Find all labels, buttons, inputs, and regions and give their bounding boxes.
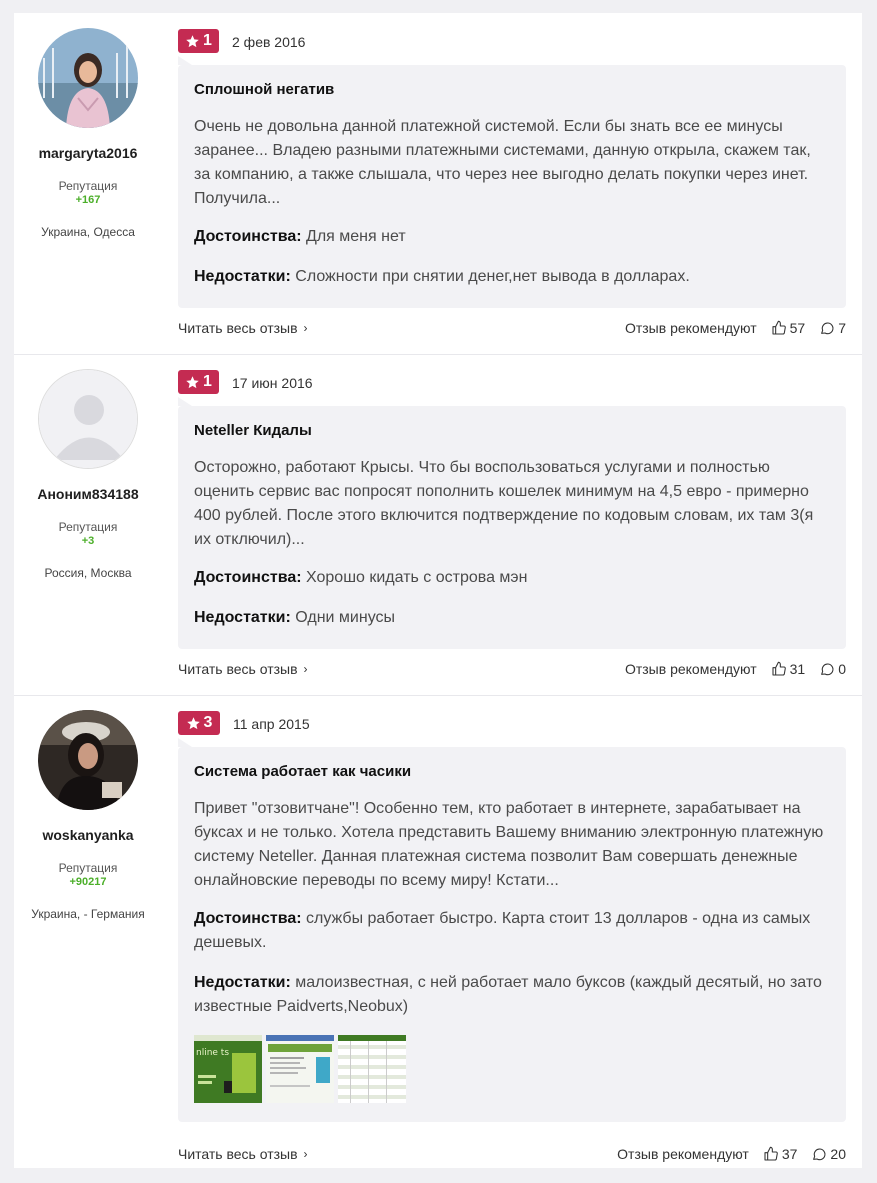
reputation-value: +167 [75,194,101,206]
comments-button[interactable]: 7 [819,320,846,336]
review-footer: Читать весь отзыв › Отзыв рекомендуют 57… [178,320,846,340]
review-cons: Недостатки: Одни минусы [194,606,830,630]
read-more-label: Читать весь отзыв [178,1146,298,1162]
reputation-label: Репутация [58,861,118,875]
comment-count: 7 [838,320,846,336]
review-cons: Недостатки: Сложности при снятии денег,н… [194,265,830,289]
read-more-label: Читать весь отзыв [178,661,298,677]
review-item: margaryta2016 Репутация +167 Украина, Од… [14,13,862,354]
reputation-value: +90217 [69,876,107,888]
pros-text: Хорошо кидать с острова мэн [306,569,528,586]
review-images: nline ts [194,1035,830,1103]
cons-text: Одни минусы [295,609,396,626]
pros-label: Достоинства: [194,569,302,586]
comments-button[interactable]: 20 [811,1146,846,1162]
recommend-label: Отзыв рекомендуют [624,661,757,677]
user-location: Украина, Одесса [41,225,135,239]
read-more-link[interactable]: Читать весь отзыв › [178,661,308,677]
avatar[interactable] [38,710,138,810]
review-item: woskanyanka Репутация +90217 Украина, - … [14,695,862,1168]
review-bubble: Сплошной негатив Очень не довольна данно… [178,56,846,308]
like-count: 31 [789,661,806,677]
comments-button[interactable]: 0 [819,661,846,677]
rating-badge: 1 [178,29,219,53]
star-icon [186,375,199,388]
thumbs-up-icon [772,320,786,335]
reputation-label: Репутация [58,520,118,534]
read-more-link[interactable]: Читать весь отзыв › [178,320,308,336]
review-stats: Отзыв рекомендуют 31 0 [625,661,846,677]
review-text: Привет "отзовитчане"! Особенно тем, кто … [194,800,824,889]
like-count: 37 [781,1146,798,1162]
recommend-label: Отзыв рекомендуют [617,1146,749,1162]
pros-text: Для меня нет [306,228,406,245]
rating-badge: 1 [178,370,219,394]
review-bubble: Система работает как часики Привет "отзо… [178,738,846,1122]
comment-count: 20 [830,1146,846,1162]
chevron-right-icon: › [303,1147,308,1161]
read-more-link[interactable]: Читать весь отзыв › [178,1146,308,1162]
avatar[interactable] [38,369,138,469]
rating-value: 1 [203,373,212,390]
read-more-label: Читать весь отзыв [178,320,298,336]
review-image-thumbnail[interactable] [338,1035,406,1103]
chevron-right-icon: › [303,662,308,676]
recommend-label: Отзыв рекомендуют [624,320,757,336]
review-image-thumbnail[interactable]: nline ts [194,1035,262,1103]
chevron-right-icon: › [303,321,308,335]
like-button[interactable]: 57 [771,320,806,336]
cons-label: Недостатки: [194,268,291,285]
review-text: Осторожно, работают Крысы. Что бы воспол… [194,459,814,548]
star-icon [186,716,200,729]
cons-label: Недостатки: [194,609,291,626]
reviews-card: margaryta2016 Репутация +167 Украина, Од… [14,13,862,1168]
avatar[interactable] [38,28,138,128]
comment-count: 0 [838,661,846,677]
review-pros: Достоинства: Для меня нет [194,225,830,249]
review-stats: Отзыв рекомендуют 57 7 [625,320,846,336]
username[interactable]: Аноним834188 [14,486,162,502]
star-icon [186,34,199,47]
reputation-label: Репутация [58,179,118,193]
review-title[interactable]: Neteller Кидалы [194,420,830,442]
username[interactable]: woskanyanka [14,827,162,843]
cons-label: Недостатки: [194,974,291,991]
thumbs-up-icon [772,661,786,676]
review-item: Аноним834188 Репутация +3 Россия, Москва… [14,354,862,695]
review-date: 11 апр 2015 [233,716,310,732]
review-title[interactable]: Система работает как часики [194,761,830,783]
review-stats: Отзыв рекомендуют 37 20 [617,1146,846,1162]
review-date: 2 фев 2016 [232,34,306,50]
rating-badge: 3 [178,711,220,735]
rating-value: 1 [203,32,212,49]
comment-icon [821,663,834,676]
review-image-thumbnail[interactable] [266,1035,334,1103]
user-location: Россия, Москва [44,566,132,580]
pros-label: Достоинства: [194,910,302,927]
thumbs-up-icon [764,1146,778,1161]
thumbnail-caption: nline ts [196,1048,229,1058]
review-footer: Читать весь отзыв › Отзыв рекомендуют 37… [178,1146,846,1166]
review-pros: Достоинства: службы работает быстро. Кар… [194,907,830,955]
user-location: Украина, - Германия [31,907,145,921]
review-date: 17 июн 2016 [232,375,313,391]
pros-label: Достоинства: [194,228,302,245]
review-pros: Достоинства: Хорошо кидать с острова мэн [194,566,830,590]
cons-text: Сложности при снятии денег,нет вывода в … [295,268,690,285]
like-button[interactable]: 31 [771,661,806,677]
review-cons: Недостатки: малоизвестная, с ней работае… [194,971,830,1019]
review-footer: Читать весь отзыв › Отзыв рекомендуют 31… [178,661,846,681]
review-bubble: Neteller Кидалы Осторожно, работают Крыс… [178,397,846,649]
like-count: 57 [789,320,806,336]
comment-icon [821,322,834,335]
review-text: Очень не довольна данной платежной систе… [194,118,811,207]
review-title[interactable]: Сплошной негатив [194,79,830,101]
username[interactable]: margaryta2016 [14,145,162,161]
reputation-value: +3 [81,535,95,547]
like-button[interactable]: 37 [763,1146,798,1162]
comment-icon [813,1148,826,1161]
rating-value: 3 [203,714,213,731]
